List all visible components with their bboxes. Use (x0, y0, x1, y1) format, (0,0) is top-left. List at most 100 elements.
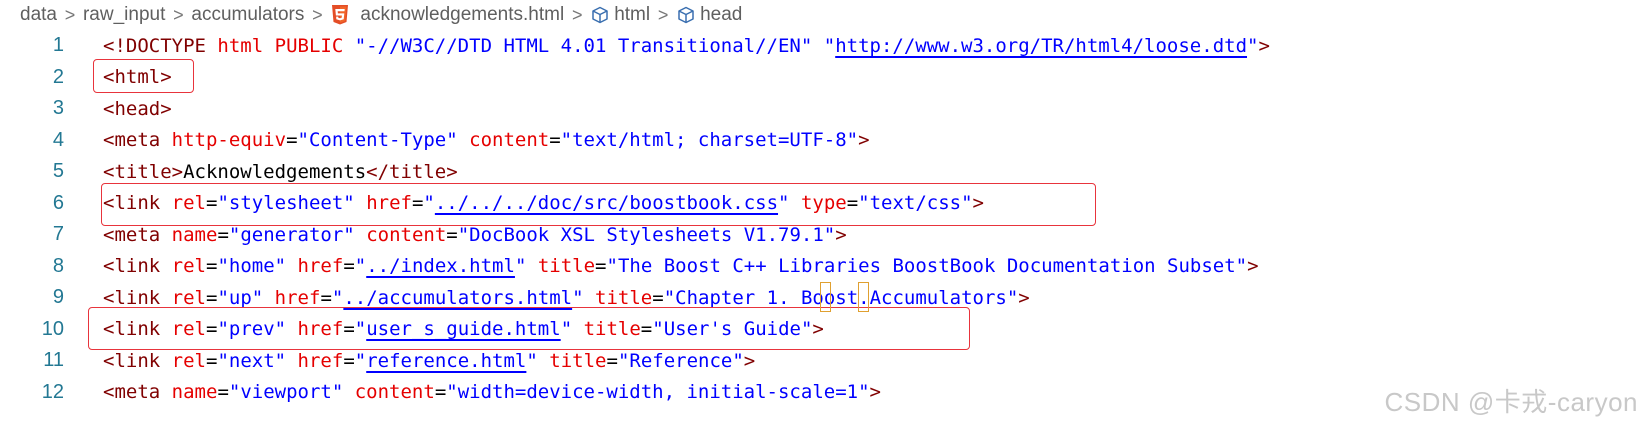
token: < (103, 192, 115, 215)
line-content: <link rel="home" href="../index.html" ti… (103, 255, 1259, 278)
token: < (103, 349, 115, 372)
chevron-right-icon: > (312, 4, 323, 25)
token: link (114, 286, 161, 309)
token: > (160, 97, 172, 120)
token: title (583, 318, 641, 341)
token: > (858, 129, 870, 152)
watermark: CSDN @卡戎-caryon (1384, 387, 1638, 417)
line-number: 3 (52, 97, 64, 120)
cube-icon (590, 5, 610, 25)
token: " (514, 255, 527, 278)
line-number: 6 (52, 191, 64, 214)
code-line[interactable]: 9 <link rel="up" href="../accumulators.h… (0, 282, 1644, 314)
token: name (171, 381, 218, 404)
token: < (103, 286, 115, 309)
token: "stylesheet" (217, 192, 355, 215)
line-content: <link rel="stylesheet" href="../../../do… (103, 192, 984, 215)
code-line[interactable]: 8 <link rel="home" href="../index.html" … (0, 251, 1644, 283)
token: meta (114, 223, 161, 246)
line-content: <!DOCTYPE html PUBLIC "-//W3C//DTD HTML … (103, 35, 1270, 57)
token: "next" (217, 349, 287, 372)
token: content (366, 223, 447, 246)
token: PUBLIC (274, 34, 344, 57)
token: href (366, 192, 412, 215)
token: < (103, 381, 115, 404)
code-line[interactable]: 11 <link rel="next" href="reference.html… (0, 345, 1644, 377)
token: </ (366, 160, 390, 183)
token: " (331, 286, 344, 309)
breadcrumb-item-accumulators[interactable]: accumulators (191, 4, 304, 26)
token: href (297, 318, 344, 341)
token: Acknowledgements (183, 160, 367, 183)
token: "User's Guide" (652, 318, 813, 341)
line-number: 7 (52, 223, 64, 246)
token: < (103, 255, 115, 278)
token: "viewport" (228, 381, 344, 404)
code-line[interactable]: 6 <link rel="stylesheet" href="../../../… (0, 188, 1644, 220)
token: "DocBook XSL Stylesheets V1.79.1" (457, 223, 836, 246)
chevron-right-icon: > (571, 4, 583, 25)
code-editor[interactable]: 1 <!DOCTYPE html PUBLIC "-//W3C//DTD HTM… (0, 30, 1644, 427)
chevron-right-icon: > (64, 4, 76, 25)
html5-icon (330, 4, 350, 26)
line-content: <link rel="next" href="reference.html" t… (103, 349, 756, 372)
token: > (1247, 255, 1259, 278)
token: > (1018, 286, 1030, 309)
chevron-right-icon: > (657, 4, 669, 25)
token: "Reference" (617, 349, 744, 372)
token: link (114, 349, 161, 372)
prev-href-link[interactable]: user_s_guide.html (366, 318, 560, 340)
token: link (114, 318, 161, 341)
line-number: 9 (52, 286, 64, 309)
token: < (103, 223, 115, 246)
home-href-link[interactable]: ../index.html (366, 255, 515, 277)
token: > (869, 381, 881, 404)
breadcrumb-item-head[interactable]: head (676, 4, 742, 26)
code-line[interactable]: 7 <meta name="generator" content="DocBoo… (0, 219, 1644, 251)
token: " (354, 349, 367, 372)
breadcrumb-item-file[interactable]: acknowledgements.html (330, 4, 564, 26)
token: http-equiv (171, 129, 287, 152)
token: title (549, 349, 607, 372)
token: meta (114, 381, 161, 404)
token: > (743, 349, 756, 372)
chevron-right-icon: > (173, 4, 184, 25)
stylesheet-href-link[interactable]: ../../../doc/src/boostbook.css (435, 192, 778, 214)
token: "width=device-width, initial-scale=1" (446, 381, 870, 404)
token: "Content-Type" (297, 129, 458, 152)
token: " (354, 255, 367, 278)
token: title (114, 160, 172, 183)
cube-icon (676, 5, 696, 25)
token: > (972, 192, 984, 215)
line-content: <head> (103, 98, 172, 120)
line-number: 11 (43, 349, 64, 372)
code-line[interactable]: 10 <link rel="prev" href="user_s_guide.h… (0, 314, 1644, 346)
breadcrumb-item-html[interactable]: html (590, 4, 650, 26)
line-content: <link rel="prev" href="user_s_guide.html… (103, 318, 824, 341)
token: title (595, 286, 653, 309)
code-line[interactable]: 1 <!DOCTYPE html PUBLIC "-//W3C//DTD HTM… (0, 30, 1644, 62)
next-href-link[interactable]: reference.html (366, 350, 526, 372)
token: "home" (217, 255, 287, 278)
breadcrumb-item-data[interactable]: data (20, 4, 57, 26)
breadcrumb-item-raw-input[interactable]: raw_input (83, 4, 165, 26)
token: meta (114, 129, 161, 152)
token: > (160, 66, 172, 89)
token: < (103, 160, 115, 183)
line-number: 5 (52, 160, 64, 183)
doctype-url-link[interactable]: http://www.w3.org/TR/html4/loose.dtd (835, 35, 1247, 57)
token: DOCTYPE (125, 34, 206, 57)
line-number: 8 (52, 254, 64, 277)
line-content: <link rel="up" href="../accumulators.htm… (103, 286, 1030, 309)
token: " (354, 318, 367, 341)
token: name (171, 223, 218, 246)
code-line[interactable]: 2 <html> (0, 62, 1644, 94)
up-href-link[interactable]: ../accumulators.html (343, 287, 572, 309)
code-line[interactable]: 5 <title>Acknowledgements</title> (0, 156, 1644, 188)
line-content: <meta name="viewport" content="width=dev… (103, 381, 881, 404)
code-line[interactable]: 4 <meta http-equiv="Content-Type" conten… (0, 125, 1644, 157)
line-content: <meta name="generator" content="DocBook … (103, 223, 847, 246)
token: " (423, 192, 435, 215)
token: rel (171, 255, 206, 278)
code-line[interactable]: 3 <head> (0, 93, 1644, 125)
